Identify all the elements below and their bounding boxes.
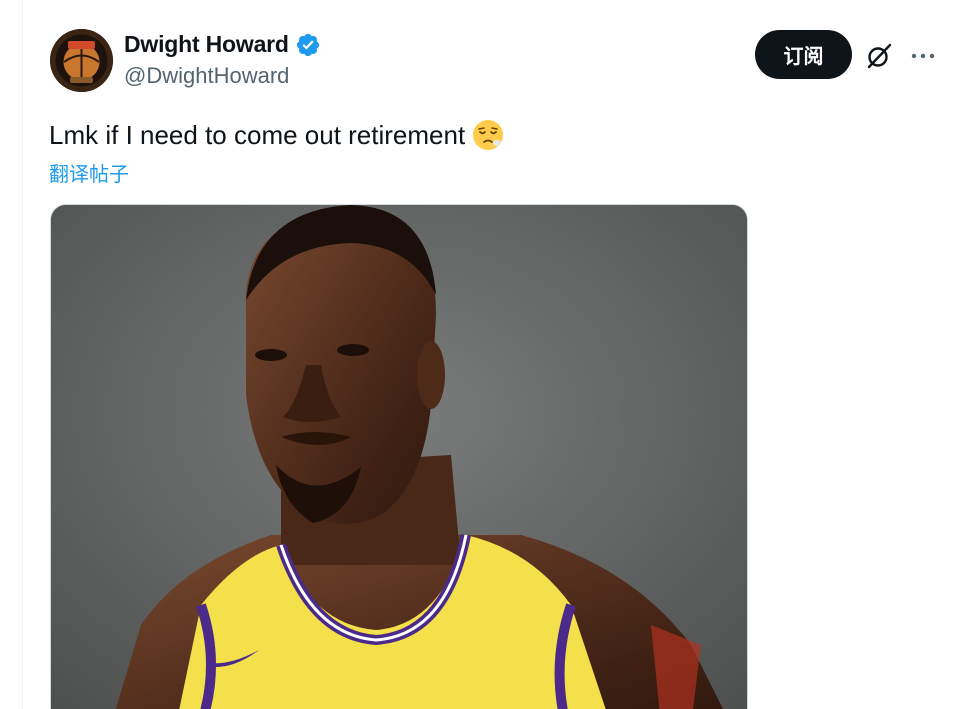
grok-icon[interactable] — [865, 42, 893, 70]
author-display-name[interactable]: Dwight Howard — [124, 31, 289, 58]
subscribe-button[interactable]: 订阅 — [755, 30, 852, 79]
post-container: Dwight Howard @DwightHoward 订阅 Lmk if I … — [0, 0, 960, 709]
avatar[interactable] — [50, 29, 113, 92]
more-options-icon[interactable] — [909, 42, 937, 70]
post-media-image[interactable] — [50, 204, 748, 709]
translate-post-link[interactable]: 翻译帖子 — [49, 158, 129, 187]
timeline-divider — [22, 0, 23, 709]
relieved-face-emoji-icon — [471, 118, 505, 152]
author-handle[interactable]: @DwightHoward — [124, 63, 289, 89]
author-name-row[interactable]: Dwight Howard — [124, 31, 321, 58]
verified-badge-icon[interactable] — [295, 32, 321, 58]
post-text: Lmk if I need to come out retirement — [49, 119, 466, 150]
post-text-row: Lmk if I need to come out retirement — [49, 118, 505, 152]
